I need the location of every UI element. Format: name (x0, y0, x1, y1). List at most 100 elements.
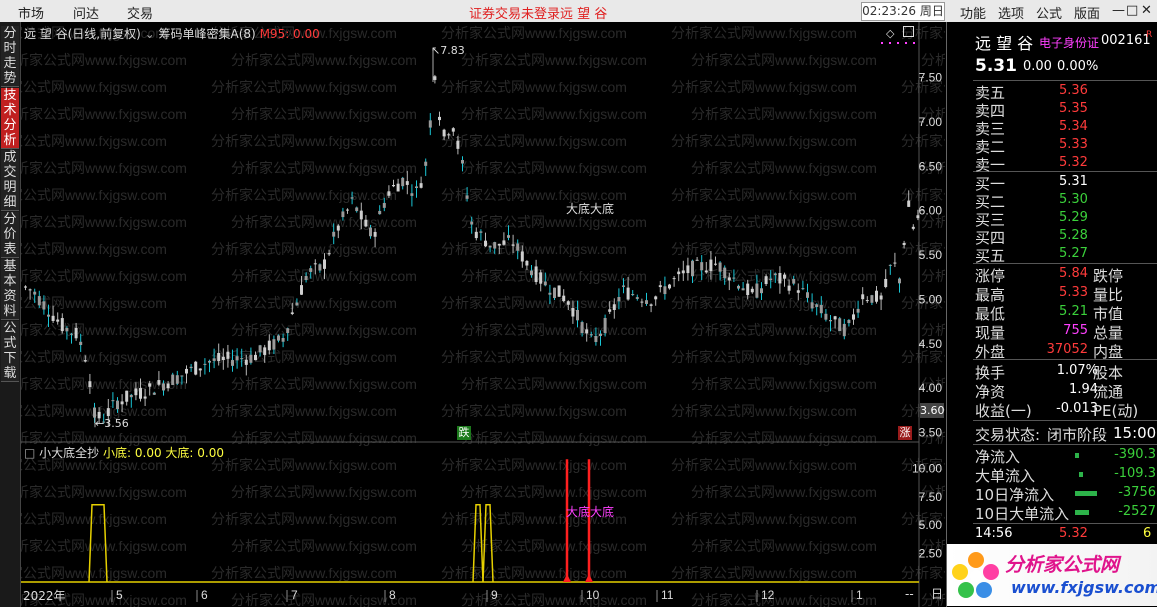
close-icon[interactable]: ✕ (1141, 3, 1152, 18)
small-bottom-label: 小底: 0.00 (103, 446, 162, 460)
indicator-name[interactable]: 筹码单峰密集A(8) (159, 27, 256, 41)
watermark-text: 分析家公式网www.fxjgsw.com (231, 322, 417, 338)
watermark-text: 分析家公式网www.fxjgsw.com (671, 79, 857, 95)
stock-code: 002161 (1101, 33, 1151, 48)
y-tick-label: 7.50 (919, 71, 943, 85)
y-tick-label: 5.00 (919, 292, 943, 306)
candle-body (737, 285, 740, 289)
watermark-text: 分析家公式网www.fxjgsw.com (671, 403, 857, 419)
sub-close-icon[interactable]: □ (24, 446, 35, 460)
chart-area[interactable]: 分析家公式网www.fxjgsw.com 分析家公式网www.fxjgsw.com… (21, 22, 945, 607)
stat-label: 最低 (975, 305, 1006, 323)
sub-y-tick-label: 10.00 (912, 461, 942, 475)
sell-level-price: 5.32 (1059, 155, 1088, 170)
menu-formula[interactable]: 公式 (1036, 3, 1062, 22)
watermark-text: 分析家公式网www.fxjgsw.com (231, 106, 417, 122)
candle-body (861, 294, 865, 300)
menu-options[interactable]: 选项 (998, 3, 1024, 22)
diamond-icon[interactable]: ◇ (886, 27, 894, 40)
menu-trade[interactable]: 交易 (127, 3, 153, 22)
buy-level-price: 5.29 (1059, 210, 1088, 225)
magenta-dot (905, 42, 907, 44)
tab-technical[interactable]: 技术分析 (1, 88, 19, 149)
candle-body (470, 221, 474, 225)
candle-body (727, 277, 731, 281)
stat-label: 现量 (975, 324, 1006, 342)
sell-level-price: 5.34 (1059, 119, 1088, 134)
candle-body (530, 270, 533, 276)
candle-body (56, 319, 60, 322)
minimize-icon[interactable]: — (1112, 3, 1125, 18)
candle-body (631, 294, 635, 296)
tab-price-table[interactable]: 分价表 (1, 212, 19, 258)
flow-value: -2527 (1118, 504, 1156, 519)
candle-body (580, 322, 584, 334)
logo-url: www.fxjgsw.com (1011, 578, 1157, 597)
stock-tag[interactable]: 电子身份证 (1039, 34, 1099, 51)
watermark-text: 分析家公式网www.fxjgsw.com (461, 214, 647, 230)
stat-label-2: 跌停 (1093, 267, 1124, 285)
logo-banner[interactable]: 分析家公式网 www.fxjgsw.com (947, 544, 1157, 606)
stat2-label-2: 流通 (1093, 383, 1124, 401)
watermark-text: 分析家公式网www.fxjgsw.com (441, 295, 627, 311)
candle-body (346, 209, 349, 211)
menu-layout[interactable]: 版面 (1074, 3, 1100, 22)
tab-formula-download[interactable]: 公式下载 (1, 321, 19, 382)
candle-body (819, 304, 823, 314)
watermark-text: 分析家公式网www.fxjgsw.com (21, 214, 187, 230)
indicator-dropdown-icon[interactable]: ⌄ (145, 27, 155, 41)
kline-chart-svg[interactable]: 分析家公式网www.fxjgsw.com 分析家公式网www.fxjgsw.com… (21, 22, 945, 607)
candle-body (746, 283, 750, 296)
login-status[interactable]: 证券交易未登录 (469, 3, 560, 22)
restore-icon[interactable] (903, 26, 914, 37)
period-day-button[interactable]: 日 (931, 585, 943, 602)
flower-logo-icon (952, 552, 999, 598)
candle-body (714, 263, 717, 265)
buy-level-price: 5.30 (1059, 192, 1088, 207)
y-axis-labels: 7.50 7.00 6.50 6.00 5.50 5.00 4.50 4.00 3.50 (919, 71, 943, 440)
candle-body (658, 285, 662, 288)
watermark-text: 分析家公式网www.fxjgsw.com (231, 538, 417, 554)
candle-body (677, 271, 681, 275)
watermark-text: 分析家公式网www.fxjgsw.com (461, 106, 647, 122)
candle-body (865, 300, 869, 302)
maximize-icon[interactable]: □ (1126, 3, 1138, 18)
watermark-text: 分析家公式网www.fxjgsw.com (461, 52, 647, 68)
x-tick-label: 9 (491, 588, 498, 602)
watermark-text: 分析家公式网www.fxjgsw.com (461, 592, 647, 607)
menu-market[interactable]: 市场 (18, 3, 44, 22)
menu-wenda[interactable]: 问达 (73, 3, 99, 22)
candles-layer (24, 42, 920, 428)
candle-body (272, 339, 276, 350)
down-marker: 跌 (457, 426, 471, 440)
candle-body (608, 309, 612, 312)
tab-basic-info[interactable]: 基本资料 (1, 259, 19, 320)
tab-trade-detail[interactable]: 成交明细 (1, 150, 19, 211)
candle-body (405, 181, 409, 185)
candle-body (479, 231, 483, 233)
candle-body (244, 359, 248, 365)
candle-body (852, 314, 855, 320)
candle-body (433, 76, 437, 80)
candle-body (465, 195, 469, 199)
flow-bar (1075, 491, 1097, 496)
watermark-text: 分析家公式网www.fxjgsw.com (671, 241, 857, 257)
candle-body (171, 374, 175, 386)
candle-body (88, 381, 92, 388)
candle-body (773, 273, 777, 276)
chart-title: 远 望 谷(日线,前复权) (24, 27, 141, 41)
y-tick-label: 6.00 (919, 204, 943, 218)
candle-body (373, 231, 377, 237)
candle-body (175, 375, 179, 384)
tab-timeshare[interactable]: 分时走势 (1, 26, 19, 87)
watermark-text: 分析家公式网www.fxjgsw.com (691, 160, 877, 176)
watermark-text: 分析家公式网www.fxjgsw.com (671, 565, 857, 581)
watermark-text: 分析家公式网www.fxjgsw.com (211, 403, 397, 419)
candle-body (626, 287, 630, 300)
menu-bar: 市场 问达 交易 证券交易未登录 远 望 谷 02:23:26 周日 功能 选项… (0, 0, 1157, 22)
candle-body (286, 328, 290, 334)
candle-body (589, 334, 593, 336)
candle-body (65, 327, 69, 332)
candle-body (709, 259, 713, 272)
menu-function[interactable]: 功能 (960, 3, 986, 22)
